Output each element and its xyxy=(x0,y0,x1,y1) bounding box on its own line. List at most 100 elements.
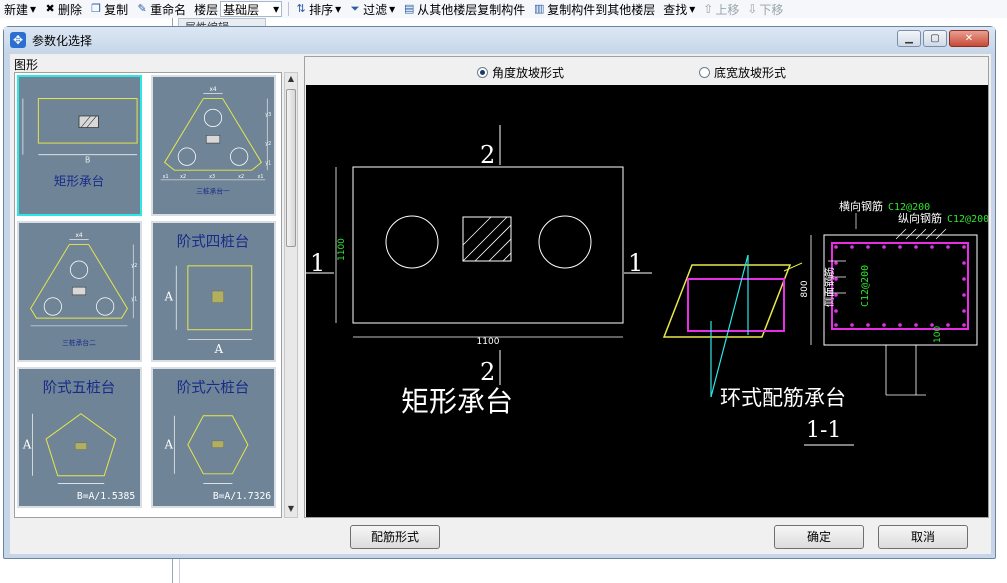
sort-label: 排序 xyxy=(309,2,334,17)
dim-label: A xyxy=(164,290,174,304)
floor-value: 基础层 xyxy=(223,2,260,17)
floor-selector: 楼层 基础层 ▾ xyxy=(190,0,286,18)
app-icon: ✥ xyxy=(10,32,26,48)
dialog-button-bar: 配筋形式 确定 取消 xyxy=(10,520,991,554)
copy-from-floor-icon: ▤ xyxy=(404,2,415,15)
shape-item-three-pile-cap-2[interactable]: x4 y2 y1 三桩承台二 xyxy=(17,221,142,362)
maximize-icon: ▢ xyxy=(930,33,940,44)
width-dimension: 1100 xyxy=(477,337,500,347)
dim-label: y2 xyxy=(265,141,271,147)
section-mark-right: 1 xyxy=(628,249,643,277)
close-icon: ✕ xyxy=(964,33,974,44)
dim-label: x4 xyxy=(75,233,82,239)
dialog-titlebar[interactable]: ✥ 参数化选择 ▁ ▢ ✕ xyxy=(4,27,995,53)
rebar-form-button[interactable]: 配筋形式 xyxy=(350,525,440,549)
stepped-five-pile-cap-thumbnail: 阶式五桩台 A B=A/1.5385 xyxy=(22,379,135,502)
chevron-down-icon: ▾ xyxy=(273,2,280,16)
copy-to-floor-button[interactable]: ▥ 复制构件到其他楼层 xyxy=(529,0,659,18)
rename-button[interactable]: ✎ 重命名 xyxy=(132,0,190,18)
longitudinal-rebar-value: C12@200 xyxy=(947,214,988,225)
drawing-title: 矩形承台 xyxy=(401,385,513,418)
dialog-body: 图形 B 矩形承台 x4 x1 x2 x3 x2 x1 y3 y2 y1 三桩承… xyxy=(10,54,991,554)
floor-label: 楼层 xyxy=(194,2,219,17)
formula-label: B=A/1.5385 xyxy=(77,491,135,502)
copy-label: 复制 xyxy=(104,2,129,17)
sort-icon: ⇅ xyxy=(296,2,306,15)
new-button[interactable]: 新建 ▾ xyxy=(0,0,40,18)
three-pile-cap-1-thumbnail: x4 x1 x2 x3 x2 x1 y3 y2 y1 三桩承台一 xyxy=(160,87,271,195)
sort-button[interactable]: ⇅ 排序 ▾ xyxy=(291,0,345,18)
dialog-title: 参数化选择 xyxy=(32,33,93,48)
cancel-button[interactable]: 取消 xyxy=(878,525,968,549)
copy-icon: ❐ xyxy=(91,2,101,15)
side-rebar-value: C12@200 xyxy=(860,265,871,307)
shape-panel: 图形 B 矩形承台 x4 x1 x2 x3 x2 x1 y3 y2 y1 三桩承… xyxy=(10,54,300,520)
close-button[interactable]: ✕ xyxy=(949,30,989,47)
find-label: 查找 xyxy=(663,2,688,17)
shape-gallery: B 矩形承台 x4 x1 x2 x3 x2 x1 y3 y2 y1 三桩承台一 … xyxy=(14,72,282,518)
shape-item-three-pile-cap-1[interactable]: x4 x1 x2 x3 x2 x1 y3 y2 y1 三桩承台一 xyxy=(151,75,276,216)
dropdown-arrow-icon: ▾ xyxy=(689,2,696,16)
scroll-down-icon[interactable]: ▼ xyxy=(285,504,297,516)
angle-slope-label: 角度放坡形式 xyxy=(492,66,565,80)
scrollbar-thumb[interactable] xyxy=(286,89,296,247)
toolbar-divider xyxy=(288,2,290,16)
copy-from-floor-button[interactable]: ▤ 从其他楼层复制构件 xyxy=(399,0,529,18)
section-mark-top: 2 xyxy=(480,141,495,169)
shape-item-rectangular-cap[interactable]: B 矩形承台 xyxy=(17,75,142,216)
dim-label: y3 xyxy=(265,112,271,118)
main-toolbar: 新建 ▾ ✖ 删除 ❐ 复制 ✎ 重命名 楼层 基础层 ▾ ⇅ 排序 ▾ ⏷ 过滤 ▾ ▤ 从其他楼层… xyxy=(0,0,1007,18)
preview-panel: 角度放坡形式 底宽放坡形式 2 1 1 1100 1100 2 矩形承台 环式配… xyxy=(304,56,989,518)
height-dimension: 1100 xyxy=(337,238,347,261)
dim-label: y1 xyxy=(265,160,271,166)
filter-button[interactable]: ⏷ 过滤 ▾ xyxy=(345,0,399,18)
gallery-scrollbar[interactable]: ▲ ▼ xyxy=(284,72,298,518)
find-button[interactable]: 查找 ▾ xyxy=(659,0,699,18)
filter-icon: ⏷ xyxy=(350,2,360,15)
angle-slope-radio[interactable]: 角度放坡形式 xyxy=(477,64,564,81)
shape-item-stepped-five-pile-cap[interactable]: 阶式五桩台 A B=A/1.5385 xyxy=(17,367,142,508)
copy-button[interactable]: ❐ 复制 xyxy=(86,0,132,18)
move-down-button[interactable]: ⇩ 下移 xyxy=(743,0,787,18)
copy-to-floor-label: 复制构件到其他楼层 xyxy=(547,2,656,17)
scroll-up-icon[interactable]: ▲ xyxy=(285,74,297,86)
bottom-width-slope-radio[interactable]: 底宽放坡形式 xyxy=(699,64,786,81)
shape-caption: 矩形承台 xyxy=(54,174,104,189)
floor-combo[interactable]: 基础层 ▾ xyxy=(220,1,283,17)
dim-label: A xyxy=(22,438,32,452)
copy-to-floor-icon: ▥ xyxy=(534,2,545,15)
shape-item-stepped-four-pile-cap[interactable]: 阶式四桩台 A A xyxy=(151,221,276,362)
dim-label: A xyxy=(214,342,224,356)
dropdown-arrow-icon: ▾ xyxy=(335,2,342,16)
dropdown-arrow-icon: ▾ xyxy=(389,2,396,16)
dim-label: B xyxy=(85,155,90,164)
rectangular-cap-thumbnail: B 矩形承台 xyxy=(22,98,138,189)
dropdown-arrow-icon: ▾ xyxy=(30,2,37,16)
window-controls: ▁ ▢ ✕ xyxy=(897,30,989,47)
rename-icon: ✎ xyxy=(137,2,147,15)
move-up-button[interactable]: ⇧ 上移 xyxy=(699,0,743,18)
dim-label: x2 xyxy=(238,174,244,180)
shape-caption: 三桩承台一 xyxy=(196,186,230,195)
stepped-six-pile-cap-thumbnail: 阶式六桩台 A B=A/1.7326 xyxy=(164,379,272,502)
section-height-dimension: 800 xyxy=(800,280,810,297)
cap-drawing: 2 1 1 1100 1100 2 矩形承台 环式配筋承台 1-1 800 10… xyxy=(306,125,989,446)
copy-from-floor-label: 从其他楼层复制构件 xyxy=(417,2,526,17)
section-mark-left: 1 xyxy=(310,249,325,277)
delete-label: 删除 xyxy=(58,2,83,17)
shape-caption: 阶式六桩台 xyxy=(177,379,250,396)
delete-button[interactable]: ✖ 删除 xyxy=(40,0,86,18)
minimize-button[interactable]: ▁ xyxy=(897,30,921,47)
shape-caption: 三桩承台二 xyxy=(62,338,96,347)
delete-icon: ✖ xyxy=(45,2,55,15)
dim-label: x2 xyxy=(180,174,186,180)
shape-item-stepped-six-pile-cap[interactable]: 阶式六桩台 A B=A/1.7326 xyxy=(151,367,276,508)
ok-button[interactable]: 确定 xyxy=(774,525,864,549)
longitudinal-rebar-label: 纵向钢筋 xyxy=(898,211,942,225)
filter-label: 过滤 xyxy=(363,2,388,17)
section-mark-bottom: 2 xyxy=(480,358,495,386)
maximize-button[interactable]: ▢ xyxy=(923,30,947,47)
formula-label: B=A/1.7326 xyxy=(213,491,271,502)
move-down-label: 下移 xyxy=(759,2,784,17)
stepped-four-pile-cap-thumbnail: 阶式四桩台 A A xyxy=(164,233,253,356)
